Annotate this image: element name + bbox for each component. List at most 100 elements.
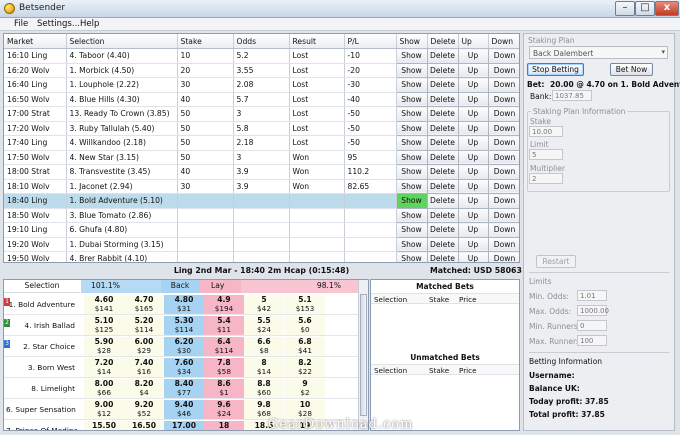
lay-price-cell[interactable]: 5.4 $11 xyxy=(204,316,244,335)
delete-button[interactable]: Delete xyxy=(426,48,459,64)
down-button[interactable]: Down xyxy=(487,77,519,93)
show-button[interactable]: Show xyxy=(395,193,428,209)
lay-price-cell[interactable]: 8.2 $22 xyxy=(285,358,325,377)
back-price-cell[interactable]: 7.20 $14 xyxy=(84,358,124,377)
stake-field[interactable]: 10.00 xyxy=(529,126,563,137)
stop-betting-button[interactable]: Stop Betting xyxy=(527,63,584,76)
back-price-cell[interactable]: 4.80 $31 xyxy=(164,295,204,314)
up-button[interactable]: Up xyxy=(457,77,489,93)
show-button[interactable]: Show xyxy=(395,236,428,252)
restart-button[interactable]: Restart xyxy=(536,255,576,268)
delete-button[interactable]: Delete xyxy=(426,251,459,262)
show-button[interactable]: Show xyxy=(395,106,428,122)
show-button[interactable]: Show xyxy=(395,135,428,151)
menu-file[interactable]: File xyxy=(14,19,28,29)
col-header[interactable]: Result xyxy=(289,34,345,49)
lay-price-cell[interactable]: 5.5 $24 xyxy=(244,316,284,335)
back-price-cell[interactable]: 7.60 $34 xyxy=(164,358,204,377)
bet-row[interactable]: 18:10 Wolv 1. Jaconet (2.94) 30 3.9 Won 82.65… xyxy=(4,178,519,194)
delete-button[interactable]: Delete xyxy=(426,106,459,122)
down-button[interactable]: Down xyxy=(487,164,519,180)
delete-button[interactable]: Delete xyxy=(426,120,459,136)
down-button[interactable]: Down xyxy=(487,120,519,136)
bet-row[interactable]: 16:50 Wolv 4. Blue Hills (4.30) 40 5.7 Lost -… xyxy=(4,91,519,107)
up-button[interactable]: Up xyxy=(457,236,489,252)
lay-price-cell[interactable]: 8.8 $60 xyxy=(244,379,284,398)
up-button[interactable]: Up xyxy=(457,120,489,136)
back-price-cell[interactable]: 5.90 $28 xyxy=(84,337,124,356)
show-button[interactable]: Show xyxy=(395,251,428,262)
up-button[interactable]: Up xyxy=(457,91,489,107)
back-price-cell[interactable]: 16.50$35 xyxy=(124,421,164,430)
min-odds-field[interactable]: 1.01 xyxy=(577,290,607,301)
menu-settings[interactable]: Settings... xyxy=(37,19,80,29)
back-price-cell[interactable]: 5.20 $114 xyxy=(124,316,164,335)
col-header[interactable]: Down xyxy=(488,34,519,49)
delete-button[interactable]: Delete xyxy=(426,236,459,252)
minimize-button[interactable]: – xyxy=(615,1,635,16)
show-button[interactable]: Show xyxy=(395,91,428,107)
show-button[interactable]: Show xyxy=(395,178,428,194)
menu-help[interactable]: Help xyxy=(80,19,99,29)
down-button[interactable]: Down xyxy=(487,251,519,262)
bet-row[interactable]: 16:40 Ling 1. Louphole (2.22) 30 2.08 Lost -3… xyxy=(4,77,519,93)
bet-row[interactable]: 19:10 Ling 6. Ghufa (4.80) Show Delete Up Dow… xyxy=(4,222,519,238)
down-button[interactable]: Down xyxy=(487,62,519,78)
maximize-button[interactable]: □ xyxy=(635,1,655,16)
lay-price-cell[interactable]: 5.6 $0 xyxy=(285,316,325,335)
up-button[interactable]: Up xyxy=(457,106,489,122)
up-button[interactable]: Up xyxy=(457,222,489,238)
down-button[interactable]: Down xyxy=(487,48,519,64)
down-button[interactable]: Down xyxy=(487,236,519,252)
down-button[interactable]: Down xyxy=(487,135,519,151)
show-button[interactable]: Show xyxy=(395,207,428,223)
lay-price-cell[interactable]: 4.9 $194 xyxy=(204,295,244,314)
show-button[interactable]: Show xyxy=(395,120,428,136)
up-button[interactable]: Up xyxy=(457,251,489,262)
lay-price-cell[interactable]: 8 $14 xyxy=(244,358,284,377)
up-button[interactable]: Up xyxy=(457,207,489,223)
staking-plan-select[interactable]: Back Dalembert ▾ xyxy=(529,46,668,59)
delete-button[interactable]: Delete xyxy=(426,77,459,93)
col-header[interactable]: Show xyxy=(396,34,428,49)
bet-row[interactable]: 17:50 Wolv 4. New Star (3.15) 50 3 Won 95 Show… xyxy=(4,149,519,165)
down-button[interactable]: Down xyxy=(487,149,519,165)
lay-price-cell[interactable]: 5 $42 xyxy=(244,295,284,314)
delete-button[interactable]: Delete xyxy=(426,207,459,223)
down-button[interactable]: Down xyxy=(487,178,519,194)
show-button[interactable]: Show xyxy=(395,222,428,238)
lay-price-cell[interactable]: 5.1 $153 xyxy=(285,295,325,314)
min-runners-field[interactable]: 0 xyxy=(577,320,607,331)
delete-button[interactable]: Delete xyxy=(426,178,459,194)
bet-row[interactable]: 18:40 Ling 1. Bold Adventure (5.10) Show De… xyxy=(4,193,519,209)
delete-button[interactable]: Delete xyxy=(426,135,459,151)
limit-field[interactable]: 5 xyxy=(529,149,563,160)
col-header[interactable]: Up xyxy=(458,34,489,49)
bet-now-button[interactable]: Bet Now xyxy=(610,63,653,76)
max-odds-field[interactable]: 1000.00 xyxy=(577,305,609,316)
delete-button[interactable]: Delete xyxy=(426,164,459,180)
back-price-cell[interactable]: 8.00 $66 xyxy=(84,379,124,398)
lay-price-cell[interactable]: 6.4 $114 xyxy=(204,337,244,356)
back-price-cell[interactable]: 7.40 $16 xyxy=(124,358,164,377)
back-price-cell[interactable]: 4.70 $165 xyxy=(124,295,164,314)
scrollbar-thumb[interactable] xyxy=(360,294,367,416)
bet-row[interactable]: 19:50 Wolv 4. Brer Rabbit (4.10) Show Delet… xyxy=(4,251,519,262)
bet-row[interactable]: 17:40 Ling 4. Willkandoo (2.18) 50 2.18 Lost… xyxy=(4,135,519,151)
down-button[interactable]: Down xyxy=(487,222,519,238)
lay-price-cell[interactable]: 6.8 $41 xyxy=(285,337,325,356)
delete-button[interactable]: Delete xyxy=(426,222,459,238)
multiplier-field[interactable]: 2 xyxy=(529,173,563,184)
bet-row[interactable]: 18:00 Strat 8. Transvestite (3.45) 40 3.9 Wo… xyxy=(4,164,519,180)
close-button[interactable]: x xyxy=(655,1,679,16)
show-button[interactable]: Show xyxy=(395,48,428,64)
down-button[interactable]: Down xyxy=(487,193,519,209)
delete-button[interactable]: Delete xyxy=(426,193,459,209)
back-price-cell[interactable]: 6.00 $29 xyxy=(124,337,164,356)
bet-row[interactable]: 17:00 Strat 13. Ready To Crown (3.85) 50 3 L… xyxy=(4,106,519,122)
up-button[interactable]: Up xyxy=(457,149,489,165)
back-price-cell[interactable]: 6.20 $30 xyxy=(164,337,204,356)
delete-button[interactable]: Delete xyxy=(426,149,459,165)
ladder-scrollbar[interactable] xyxy=(358,280,368,430)
back-price-cell[interactable]: 5.30 $114 xyxy=(164,316,204,335)
